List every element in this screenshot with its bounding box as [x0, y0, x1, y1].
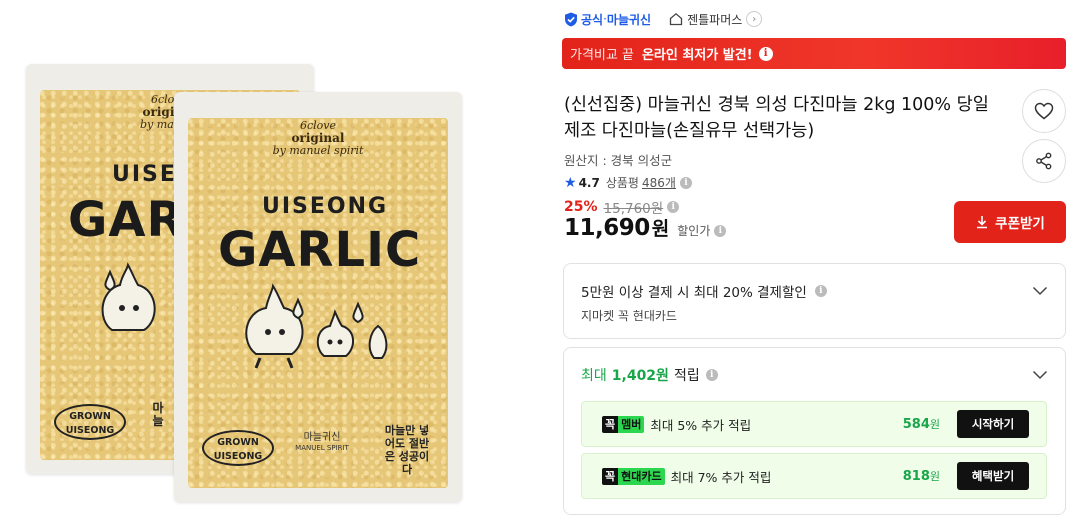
garlic-character-illustration [245, 283, 388, 369]
garlic-bag-front: 6clove original by manuel spirit UISEONG… [174, 92, 462, 502]
sale-price: 11,690 [564, 215, 650, 241]
product-info-panel: 공식 · 마늘귀신 젠틀파머스 › 가격비교 끝 온라인 최저가 발견! i (… [560, 0, 1070, 529]
perk-row-member: 꼭 멤버 최대 5% 추가 적립 584원 시작하기 [581, 401, 1047, 447]
review-label: 상품평 [605, 176, 639, 190]
member-tag: 꼭 멤버 [602, 415, 645, 433]
shop-row: 공식 · 마늘귀신 젠틀파머스 › [564, 8, 763, 30]
rating-row: ★ 4.7 상품평 486개 i [564, 174, 692, 191]
banner-prefix: 가격비교 끝 [570, 48, 634, 63]
bag-uiseong-text: UISEONG [262, 194, 389, 219]
info-icon[interactable]: i [814, 285, 827, 297]
heart-icon [1034, 102, 1054, 120]
reward-points-box: 최대 1,402원 적립 i 꼭 멤버 최대 5% 추가 적립 584원 시작하… [563, 347, 1066, 515]
get-benefit-button[interactable]: 혜택받기 [957, 462, 1029, 490]
reward-head: 최대 1,402원 적립 i [581, 365, 718, 385]
hyundai-card-tag: 꼭 현대카드 [602, 467, 665, 485]
grown-uiseong-badge: GROWN UISEONG [54, 404, 126, 440]
rating-score: 4.7 [578, 175, 600, 190]
download-icon [977, 216, 988, 229]
share-icon [1036, 152, 1052, 170]
store-link[interactable]: 젠틀파머스 › [669, 11, 763, 28]
info-icon[interactable]: i [714, 224, 727, 237]
coupon-button-label: 쿠폰받기 [995, 216, 1045, 232]
info-icon[interactable]: i [705, 369, 718, 381]
sale-price-currency: 원 [651, 218, 670, 240]
perk-text: 최대 7% 추가 적립 [670, 469, 772, 485]
start-membership-button[interactable]: 시작하기 [957, 410, 1029, 438]
coupon-download-button[interactable]: 쿠폰받기 [954, 201, 1066, 243]
perk-value: 584원 [902, 417, 940, 432]
card-discount-main: 5만원 이상 결제 시 최대 20% 결제할인 i [581, 281, 827, 301]
bag-brand-mark: 6clove original by manuel spirit [272, 119, 364, 157]
bag-slogan-text: 마늘만 넣어도 절반은 성공이다 [384, 424, 430, 476]
card-discount-sub: 지마켓 꼭 현대카드 [581, 309, 677, 323]
price-sale-row: 11,690 원 할인가 i [564, 214, 727, 241]
reward-max-label: 최대 [581, 368, 607, 384]
product-title: (신선집중) 마늘귀신 경북 의성 다진마늘 2kg 100% 당일제조 다진마… [564, 95, 989, 141]
store-home-icon [669, 12, 683, 26]
grown-uiseong-badge: GROWN UISEONG [202, 430, 274, 466]
chevron-down-icon[interactable] [1032, 286, 1048, 296]
star-icon: ★ [564, 174, 577, 191]
discount-price-label: 할인가 i [677, 222, 727, 239]
bag-uiseong-text: UISE [112, 162, 177, 187]
perk-value: 818원 [902, 469, 940, 484]
lowest-price-banner[interactable]: 가격비교 끝 온라인 최저가 발견! i [562, 38, 1066, 69]
product-image: 6clove original by manuel UISE GARLIC GR… [0, 0, 500, 529]
banner-highlight: 온라인 최저가 발견! [641, 48, 753, 63]
official-label: 공식 [581, 12, 604, 27]
brand-name: 마늘귀신 [606, 12, 652, 27]
reward-points: 1,402원 [611, 368, 669, 384]
review-count-link[interactable]: 486개 [642, 174, 676, 191]
info-icon[interactable]: i [758, 46, 773, 61]
official-store-link[interactable]: 공식 · 마늘귀신 [564, 11, 651, 28]
chevron-right-icon[interactable]: › [746, 11, 763, 27]
info-icon[interactable]: i [667, 201, 680, 213]
card-discount-box[interactable]: 5만원 이상 결제 시 최대 20% 결제할인 i 지마켓 꼭 현대카드 [563, 263, 1066, 339]
perk-text: 최대 5% 추가 적립 [650, 417, 752, 433]
store-name: 젠틀파머스 [687, 12, 743, 27]
manuel-spirit-label: 마늘귀신 MANUEL SPIRIT [295, 432, 349, 452]
bag-side-text: 마늘 [152, 401, 164, 428]
chevron-down-icon[interactable] [1032, 370, 1048, 380]
bag-garlic-text: GARLIC [218, 222, 422, 278]
discount-rate: 25% [564, 199, 598, 215]
share-button[interactable] [1022, 139, 1066, 183]
info-icon[interactable]: i [679, 176, 692, 189]
wishlist-button[interactable] [1022, 89, 1066, 133]
shield-check-icon [565, 12, 577, 26]
origin-text: 원산지 : 경북 의성군 [564, 153, 673, 168]
perk-row-card: 꼭 현대카드 최대 7% 추가 적립 818원 혜택받기 [581, 453, 1047, 499]
reward-earn-label: 적립 [673, 368, 700, 384]
